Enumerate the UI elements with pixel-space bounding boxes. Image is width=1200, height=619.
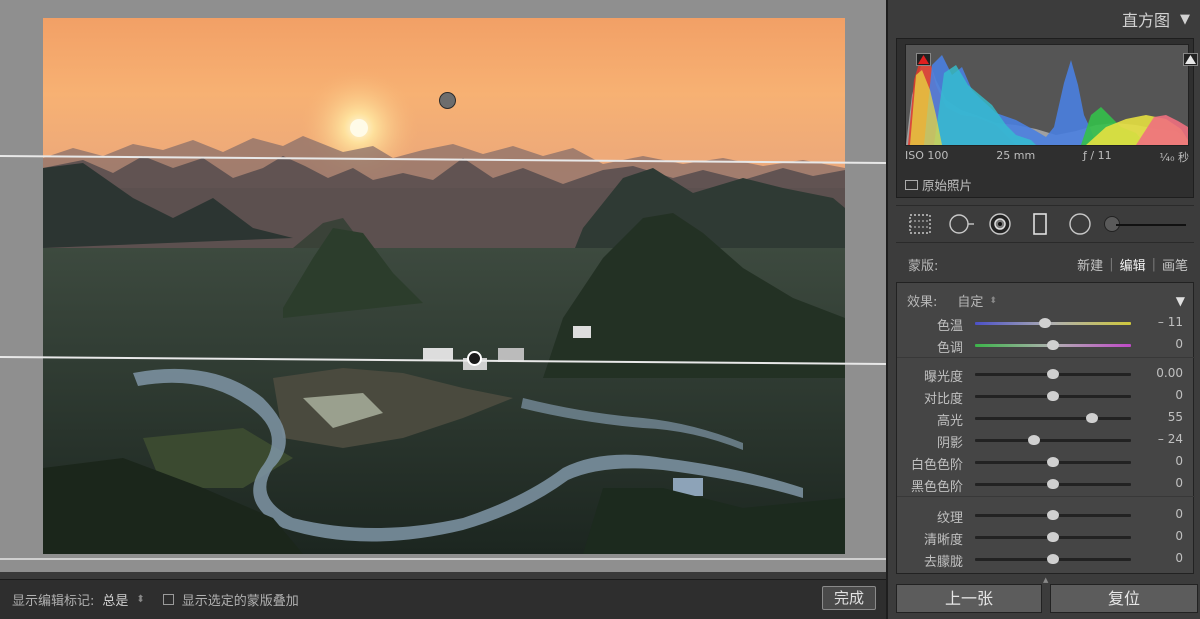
histogram-curves [906,53,1188,145]
slider-row: 对比度 0 [897,385,1195,407]
slider-row: 黑色色阶 0 [897,473,1195,495]
slider-label: 曝光度 [923,370,963,385]
slider-label: 白色色阶 [910,458,963,473]
dropdown-arrow-icon[interactable]: ⬍ [989,296,997,306]
reset-button[interactable]: 复位 [1050,584,1198,613]
slider-row: 阴影 – 24 [897,429,1195,451]
shadow-clipping-toggle[interactable] [916,53,931,66]
mask-pin-active[interactable] [467,351,482,366]
brush-size-track[interactable] [1116,224,1186,226]
slider-label: 纹理 [936,511,963,526]
slider-row: 去朦胧 0 [897,548,1195,570]
dropdown-arrow-icon[interactable]: ⬍ [136,594,144,605]
previous-button[interactable]: 上一张 [896,584,1042,613]
slider-value[interactable]: – 24 [1133,432,1183,446]
effect-label: 效果: [907,295,938,310]
slider-row: 高光 55 [897,407,1195,429]
slider-group-divider [897,496,1195,497]
slider-label: 色温 [936,319,963,334]
slider-value[interactable]: 0.00 [1133,366,1183,380]
adjustment-panel: 效果: 自定 ⬍ ▼ 色温 – 11 色调 0 曝光度 0.00 对比度 0 高光 55 阴影 – 2… [896,282,1195,574]
camera-info: ISO 100 25 mm ƒ / 11 ¹⁄₄₀ 秒 [905,149,1189,165]
slider-row: 曝光度 0.00 [897,363,1195,385]
iso-value: ISO 100 [905,149,949,162]
slider-row: 纹理 0 [897,504,1195,526]
histogram-title: 直方图 [1121,11,1170,30]
slider-label: 对比度 [923,392,963,407]
slider-track[interactable] [975,439,1131,442]
effect-row: 效果: 自定 ⬍ ▼ [907,291,1185,311]
slider-value[interactable]: 0 [1133,529,1183,543]
shutter-value: ¹⁄₄₀ 秒 [1159,151,1189,164]
warning-triangle-icon [1185,55,1196,64]
bottom-toolbar: 显示编辑标记: 总是 ⬍ 显示选定的蒙版叠加 完成 [0,579,886,619]
original-photo-toggle[interactable]: 原始照片 [905,175,972,194]
mask-label: 蒙版: [908,258,939,274]
tool-strip [896,205,1194,243]
aperture-value: ƒ / 11 [1083,149,1112,162]
slider-row: 色调 0 [897,334,1195,356]
mask-row: 蒙版: 新建 | 编辑 | 画笔 [896,250,1194,278]
overlay-label[interactable]: 显示选定的蒙版叠加 [182,590,299,609]
slider-value[interactable]: 55 [1133,410,1183,424]
histogram-graph[interactable] [905,44,1198,146]
spot-removal-tool-icon[interactable] [948,212,974,236]
canvas-edge-line [0,558,886,560]
focal-length-value: 25 mm [996,149,1036,162]
slider-value[interactable]: 0 [1133,476,1183,490]
mask-new-button[interactable]: 新建 [1071,255,1109,274]
slider-row: 白色色阶 0 [897,451,1195,473]
mask-brush-button[interactable]: 画笔 [1156,255,1194,274]
show-markers-dropdown[interactable]: 总是 [102,590,128,609]
overlay-checkbox[interactable] [162,594,174,605]
original-photo-label: 原始照片 [922,178,973,193]
mask-edit-button[interactable]: 编辑 [1114,255,1152,274]
slider-value[interactable]: 0 [1133,388,1183,402]
slider-label: 黑色色阶 [910,480,963,495]
slider-label: 阴影 [936,436,963,451]
graduated-filter-tool-icon[interactable] [1028,212,1052,236]
effect-preset-dropdown[interactable]: 自定 [957,291,983,310]
warning-triangle-icon [918,55,929,64]
slider-label: 去朦胧 [923,555,963,570]
highlight-clipping-toggle[interactable] [1183,53,1198,66]
panel-notch-icon: ▲ [1043,576,1049,584]
slider-value[interactable]: 0 [1133,551,1183,565]
slider-track[interactable] [975,322,1131,325]
crop-tool-icon[interactable] [908,212,932,236]
slider-label: 色调 [936,341,963,356]
histogram-panel: ISO 100 25 mm ƒ / 11 ¹⁄₄₀ 秒 原始照片 [896,38,1198,198]
slider-track[interactable] [975,417,1131,420]
slider-group-divider [897,357,1195,358]
show-markers-label: 显示编辑标记: [12,594,95,609]
original-photo-checkbox[interactable] [905,179,918,190]
slider-row: 色温 – 11 [897,312,1195,334]
slider-row: 清晰度 0 [897,526,1195,548]
lightroom-develop-window: 显示编辑标记: 总是 ⬍ 显示选定的蒙版叠加 完成 直方图 ▼ ISO 100 … [0,0,1200,619]
mask-pin-inactive[interactable] [439,92,456,109]
right-panel: 直方图 ▼ ISO 100 25 mm ƒ / 11 ¹⁄₄₀ 秒 原始照片 蒙… [886,0,1200,619]
radial-filter-tool-icon[interactable] [1068,212,1092,236]
slider-value[interactable]: 0 [1133,337,1183,351]
slider-value[interactable]: – 11 [1133,315,1183,329]
collapse-triangle-icon[interactable]: ▼ [1180,12,1190,27]
photo-canvas[interactable] [0,0,886,572]
red-eye-tool-icon[interactable] [988,212,1012,236]
histogram-header[interactable]: 直方图 ▼ [888,0,1200,38]
collapse-triangle-icon[interactable]: ▼ [1176,294,1185,308]
slider-value[interactable]: 0 [1133,507,1183,521]
slider-label: 高光 [936,414,963,429]
slider-label: 清晰度 [923,533,963,548]
done-button[interactable]: 完成 [822,586,876,610]
slider-value[interactable]: 0 [1133,454,1183,468]
